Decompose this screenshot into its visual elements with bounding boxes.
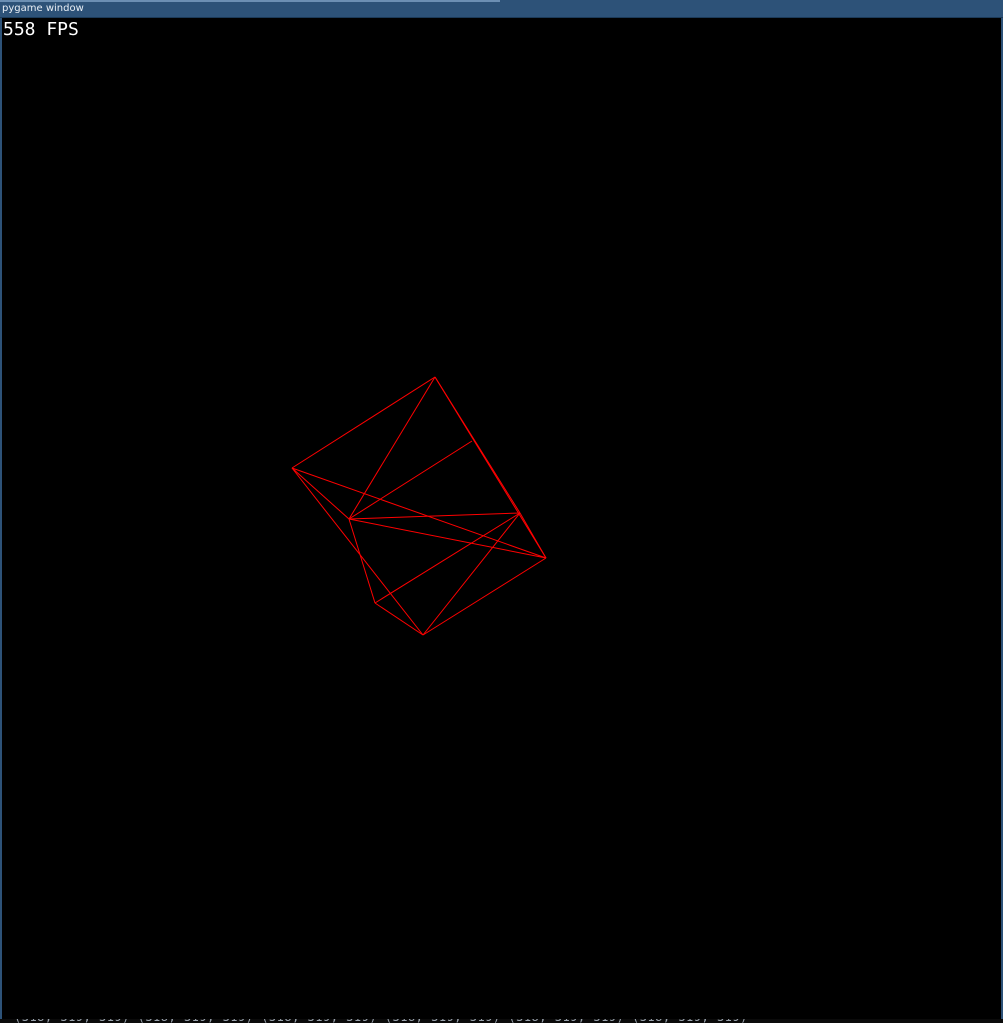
cube-edge: [374, 602, 424, 636]
wireframe-cube: [291, 376, 547, 636]
cube-edge: [348, 518, 376, 604]
cube-edge: [291, 376, 436, 469]
bottom-clipped-strip: (318, 319, 319) (318, 319, 319) (318, 31…: [0, 1019, 1003, 1023]
cube-edge: [291, 467, 424, 636]
cube-edge: [348, 518, 547, 559]
window-title: pygame window: [2, 3, 84, 14]
pygame-window: pygame window 558 FPS (318, 319, 319) (3…: [0, 0, 1003, 1023]
cube-edge: [348, 376, 436, 520]
wireframe-scene: [291, 376, 547, 636]
cube-edge: [291, 467, 350, 520]
cube-edge: [348, 440, 473, 520]
cube-edge: [422, 557, 547, 636]
window-titlebar[interactable]: pygame window: [0, 0, 1003, 18]
cube-edge: [374, 512, 521, 604]
bottom-clipped-text: (318, 319, 319) (318, 319, 319) (318, 31…: [14, 1019, 748, 1023]
game-canvas[interactable]: 558 FPS: [2, 18, 1001, 1021]
fps-counter: 558 FPS: [3, 19, 79, 40]
